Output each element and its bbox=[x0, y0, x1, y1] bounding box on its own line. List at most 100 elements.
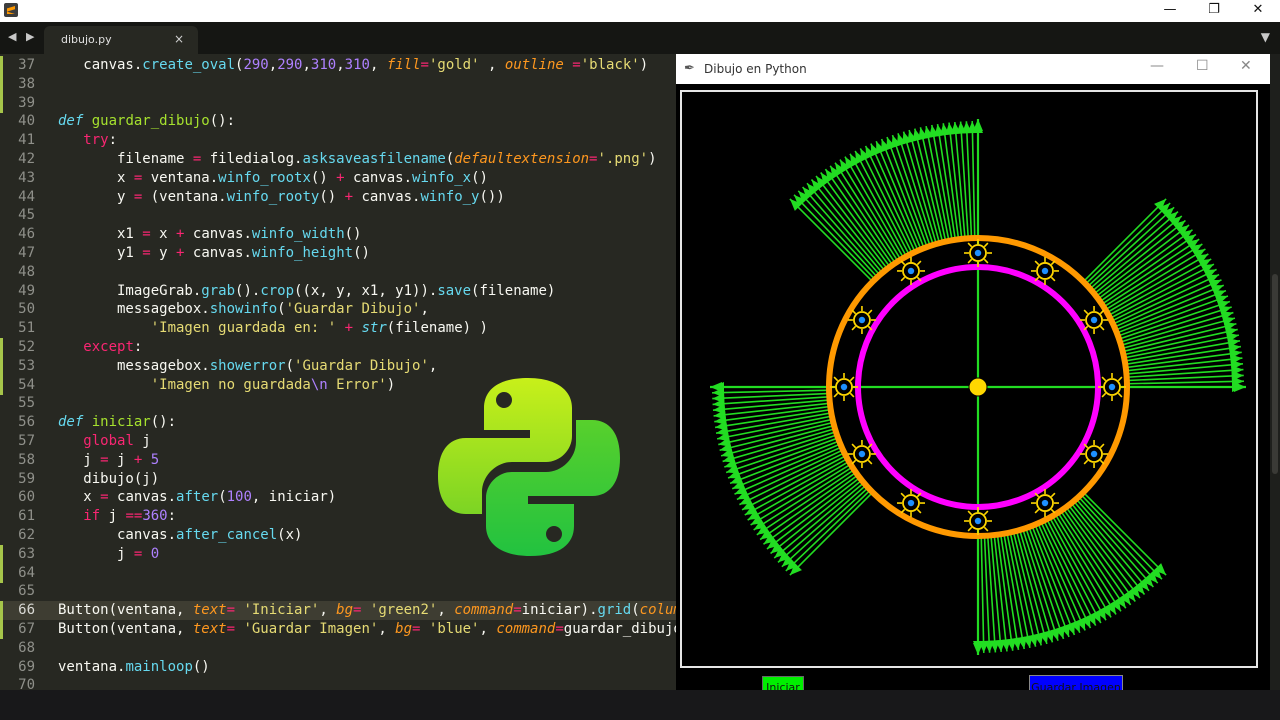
code-line[interactable]: 49 ImageGrab.grab().crop((x, y, x1, y1))… bbox=[0, 282, 676, 301]
tab-close-icon[interactable]: × bbox=[174, 32, 184, 46]
line-number: 62 bbox=[18, 527, 35, 543]
tk-maximize-button[interactable]: ☐ bbox=[1196, 58, 1209, 74]
line-number: 60 bbox=[18, 489, 35, 506]
code-text: canvas.after_cancel(x) bbox=[58, 527, 303, 543]
code-text: filename = filedialog.asksaveasfilename(… bbox=[58, 151, 657, 167]
tab-dibujo-py[interactable]: dibujo.py × bbox=[44, 26, 198, 54]
scrollbar-thumb[interactable] bbox=[1272, 274, 1278, 474]
code-line[interactable]: 48 bbox=[0, 263, 676, 282]
code-text: def guardar_dibujo(): bbox=[58, 113, 236, 130]
tab-dropdown-icon[interactable]: ▼ bbox=[1261, 30, 1270, 44]
sun-center bbox=[974, 249, 982, 257]
line-number: 37 bbox=[18, 57, 35, 73]
code-line[interactable]: 42 filename = filedialog.asksaveasfilena… bbox=[0, 150, 676, 169]
code-text: Button(ventana, text= 'Iniciar', bg= 'gr… bbox=[58, 602, 676, 619]
code-text: x = ventana.winfo_rootx() + canvas.winfo… bbox=[58, 169, 488, 186]
code-line[interactable]: 46 x1 = x + canvas.winfo_width() bbox=[0, 225, 676, 244]
code-text: messagebox.showinfo('Guardar Dibujo', bbox=[58, 301, 429, 318]
tab-label: dibujo.py bbox=[61, 33, 112, 46]
sun-center bbox=[1041, 267, 1049, 275]
tk-minimize-button[interactable]: — bbox=[1150, 58, 1164, 74]
code-line[interactable]: 43 x = ventana.winfo_rootx() + canvas.wi… bbox=[0, 169, 676, 188]
code-line[interactable]: 64 bbox=[0, 563, 676, 583]
code-text: except: bbox=[83, 339, 143, 355]
drawing-canvas bbox=[680, 90, 1258, 668]
line-number: 61 bbox=[18, 508, 35, 525]
code-line[interactable]: 44 y = (ventana.winfo_rooty() + canvas.w… bbox=[0, 188, 676, 207]
arrow-head bbox=[973, 643, 983, 655]
code-line[interactable]: 51 'Imagen guardada en: ' + str(filename… bbox=[0, 319, 676, 338]
code-text: j = 0 bbox=[58, 545, 160, 562]
code-line[interactable]: 47 y1 = y + canvas.winfo_height() bbox=[0, 244, 676, 263]
scrollbar[interactable] bbox=[1270, 54, 1280, 700]
code-text: dibujo(j) bbox=[58, 470, 160, 487]
code-text: ImageGrab.grab().crop((x, y, x1, y1)).sa… bbox=[58, 282, 556, 299]
code-line[interactable]: 69 ventana.mainloop() bbox=[0, 658, 676, 677]
sun-center bbox=[907, 499, 915, 507]
line-number: 43 bbox=[18, 169, 35, 186]
code-line[interactable]: 52 except: bbox=[0, 338, 676, 357]
line-number: 44 bbox=[18, 188, 35, 205]
arrow-head bbox=[973, 119, 983, 131]
sun-center bbox=[1090, 450, 1098, 458]
line-number: 40 bbox=[18, 113, 35, 130]
code-line[interactable]: 70 bbox=[0, 676, 676, 690]
line-number: 50 bbox=[18, 301, 35, 318]
feather-icon: ✒ bbox=[684, 61, 695, 76]
code-line[interactable]: 50 messagebox.showinfo('Guardar Dibujo', bbox=[0, 300, 676, 319]
line-number: 41 bbox=[18, 132, 35, 149]
code-text: def iniciar(): bbox=[58, 414, 177, 431]
status-bar bbox=[0, 690, 1280, 720]
close-button[interactable]: ✕ bbox=[1236, 0, 1280, 22]
sun-center bbox=[907, 267, 915, 275]
code-text: 'Imagen no guardada\n Error') bbox=[150, 376, 396, 393]
tk-window-title: Dibujo en Python bbox=[704, 62, 807, 76]
code-text: 'Imagen guardada en: ' + str(filename) ) bbox=[150, 320, 488, 337]
code-text: messagebox.showerror('Guardar Dibujo', bbox=[58, 357, 438, 374]
tab-bar: ◀ ▶ dibujo.py × ▼ bbox=[0, 22, 1280, 54]
code-text: y = (ventana.winfo_rooty() + canvas.winf… bbox=[58, 188, 505, 205]
minimize-button[interactable]: — bbox=[1148, 0, 1192, 22]
code-line[interactable]: 65 bbox=[0, 582, 676, 601]
code-line[interactable]: 41 try: bbox=[0, 131, 676, 150]
sun-center bbox=[840, 383, 848, 391]
line-number: 57 bbox=[18, 433, 35, 449]
code-line[interactable]: 39 bbox=[0, 93, 676, 113]
code-text: j = j + 5 bbox=[58, 451, 160, 468]
line-number: 69 bbox=[18, 658, 35, 675]
sun-center bbox=[1041, 499, 1049, 507]
code-text: canvas.create_oval(290,290,310,310, fill… bbox=[58, 57, 649, 73]
line-number: 55 bbox=[18, 395, 35, 412]
line-number: 42 bbox=[18, 151, 35, 167]
code-line[interactable]: 67 Button(ventana, text= 'Guardar Imagen'… bbox=[0, 620, 676, 639]
sun-center bbox=[1108, 383, 1116, 391]
line-number: 52 bbox=[18, 339, 35, 355]
code-text: try: bbox=[83, 132, 118, 149]
sun-center bbox=[1090, 316, 1098, 324]
code-line[interactable]: 38 bbox=[0, 74, 676, 94]
code-line[interactable]: 53 messagebox.showerror('Guardar Dibujo'… bbox=[0, 356, 676, 376]
code-line[interactable]: 45 bbox=[0, 206, 676, 225]
line-number: 58 bbox=[18, 451, 35, 468]
drawing-svg bbox=[710, 119, 1246, 655]
line-number: 45 bbox=[18, 207, 35, 224]
code-text: x = canvas.after(100, iniciar) bbox=[58, 489, 337, 506]
line-number: 49 bbox=[18, 282, 35, 299]
maximize-button[interactable]: ❐ bbox=[1192, 0, 1236, 22]
line-number: 70 bbox=[18, 677, 35, 690]
line-number: 66 bbox=[18, 602, 35, 619]
code-line[interactable]: 66 Button(ventana, text= 'Iniciar', bg= '… bbox=[0, 601, 676, 621]
line-number: 63 bbox=[18, 545, 35, 562]
code-line[interactable]: 37 canvas.create_oval(290,290,310,310, f… bbox=[0, 56, 676, 75]
tab-nav-arrows-icon[interactable]: ◀ ▶ bbox=[8, 30, 37, 43]
line-number: 53 bbox=[18, 357, 35, 374]
line-number: 39 bbox=[18, 94, 35, 111]
line-number: 54 bbox=[18, 376, 35, 393]
code-line[interactable]: 68 bbox=[0, 639, 676, 658]
code-text: ventana.mainloop() bbox=[58, 658, 210, 675]
line-number: 65 bbox=[18, 583, 35, 600]
code-line[interactable]: 40 def guardar_dibujo(): bbox=[0, 112, 676, 131]
tk-close-button[interactable]: ✕ bbox=[1240, 58, 1252, 74]
line-number: 51 bbox=[18, 320, 35, 337]
code-editor[interactable]: 37 canvas.create_oval(290,290,310,310, f… bbox=[0, 54, 676, 690]
